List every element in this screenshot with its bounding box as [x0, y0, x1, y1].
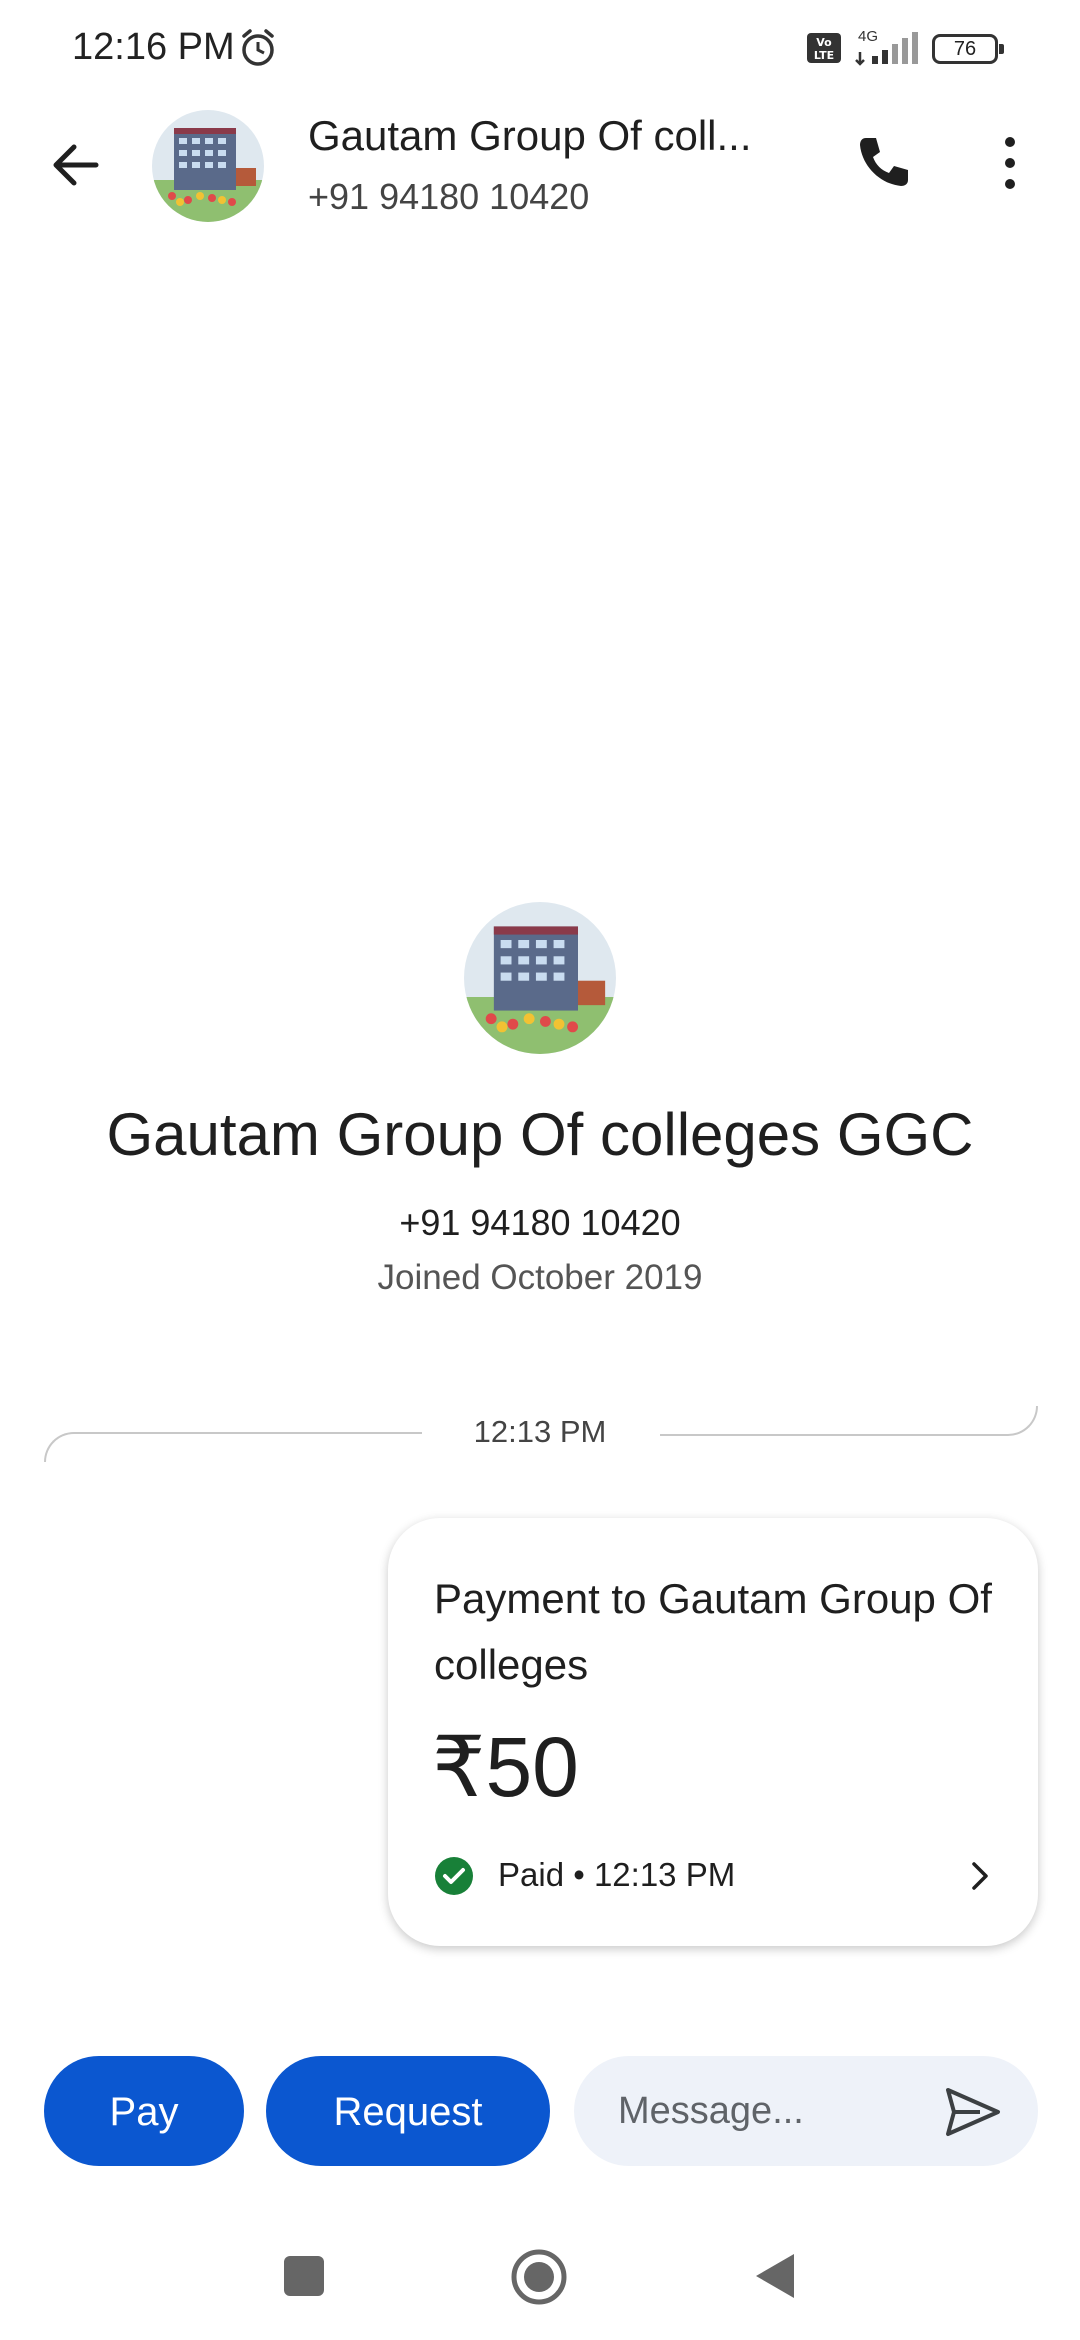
message-input[interactable] — [616, 2056, 936, 2166]
payment-amount: ₹50 — [432, 1720, 579, 1814]
profile-avatar — [464, 902, 616, 1054]
volte-icon: Vo LTE — [807, 33, 841, 63]
svg-text:LTE: LTE — [814, 49, 834, 62]
back-triangle-icon[interactable] — [752, 2250, 798, 2302]
avatar[interactable] — [152, 110, 264, 222]
battery-icon: 76 — [932, 34, 1004, 64]
request-button[interactable]: Request — [266, 2056, 550, 2166]
payment-title: Payment to Gautam Group Of colleges — [434, 1575, 992, 1688]
back-arrow-icon[interactable] — [40, 128, 114, 202]
payment-card[interactable]: Payment to Gautam Group Of colleges ₹50 … — [388, 1518, 1038, 1946]
payment-status: Paid • 12:13 PM — [498, 1856, 736, 1893]
contact-phone: +91 94180 10420 — [308, 176, 590, 217]
send-icon[interactable] — [940, 2080, 1004, 2144]
contact-name[interactable]: Gautam Group Of coll... — [308, 112, 752, 160]
svg-text:Vo: Vo — [816, 36, 832, 49]
profile-name: Gautam Group Of colleges GGC — [106, 1101, 974, 1168]
check-circle-icon — [435, 1857, 473, 1895]
chevron-right-icon[interactable] — [962, 1858, 998, 1894]
profile-joined-date: Joined October 2019 — [377, 1258, 703, 1297]
more-vert-icon[interactable] — [990, 128, 1030, 198]
college-building-image-large — [464, 902, 616, 1054]
profile-phone: +91 94180 10420 — [399, 1202, 681, 1243]
college-building-image — [152, 110, 264, 222]
conversation-header: Gautam Group Of coll... +91 94180 10420 — [0, 100, 1080, 240]
home-circle-icon[interactable] — [510, 2248, 568, 2306]
phone-icon[interactable] — [848, 128, 918, 198]
message-composer — [574, 2056, 1038, 2166]
battery-level: 76 — [953, 38, 977, 60]
status-bar: 12:16 PM Vo LTE 4G 76 — [0, 0, 1080, 96]
pay-button[interactable]: Pay — [44, 2056, 244, 2166]
alarm-icon — [242, 29, 274, 66]
signal-icon — [855, 32, 918, 66]
message-timestamp: 12:13 PM — [473, 1414, 607, 1449]
status-time: 12:16 PM — [72, 26, 235, 68]
recents-square-icon[interactable] — [282, 2254, 326, 2298]
